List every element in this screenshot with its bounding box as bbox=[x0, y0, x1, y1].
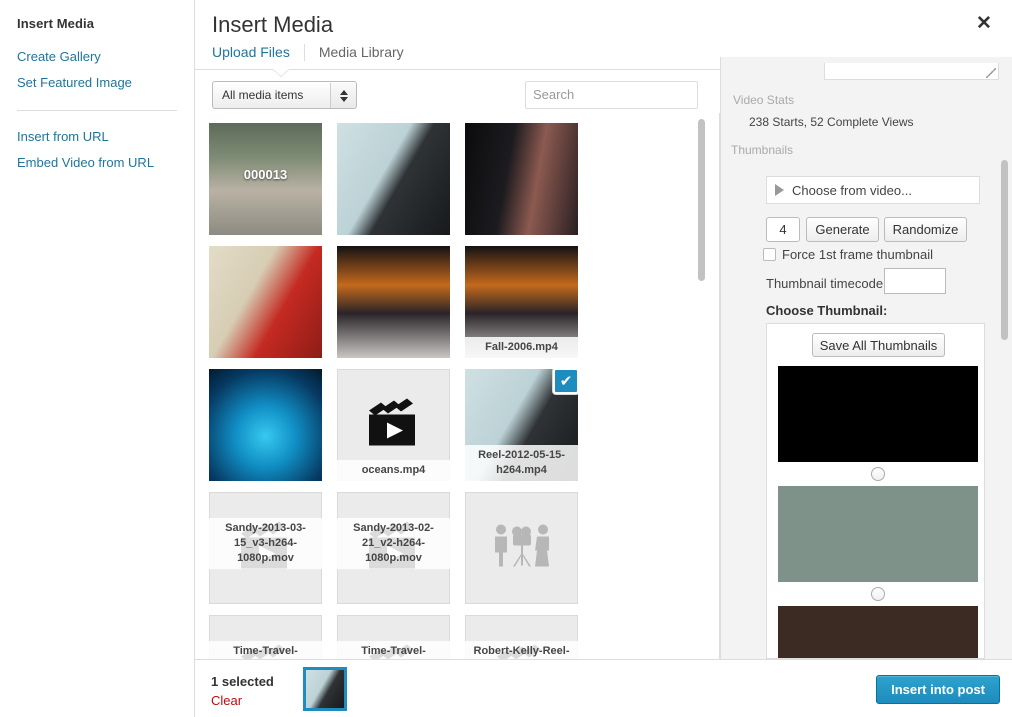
sidebar-divider bbox=[17, 110, 177, 111]
media-grid: 000013 Fall-2006.mp4 oceans.mp4 Reel-2012-… bbox=[209, 123, 693, 659]
tab-divider bbox=[304, 44, 305, 61]
video-stats-label: Video Stats bbox=[733, 93, 794, 107]
media-grid-item[interactable]: Sandy-2013-02-21_v2-h264-1080p.mov bbox=[337, 492, 450, 604]
media-toolbar: All media items Search bbox=[212, 81, 698, 113]
attachment-details-pane: Video Stats 238 Starts, 52 Complete View… bbox=[720, 57, 1012, 659]
resize-handle-icon[interactable] bbox=[986, 68, 996, 78]
tab-pointer-arrow-inner bbox=[273, 69, 289, 76]
media-grid-item[interactable]: Reel-2012-05-15-h264.mp4 ✔ bbox=[465, 369, 578, 481]
list-item[interactable] bbox=[778, 486, 978, 606]
media-thumbnail bbox=[209, 369, 322, 481]
media-grid-item[interactable]: Fall-2006.mp4 bbox=[465, 246, 578, 358]
media-grid-item[interactable]: Time-Travel-Episode-Two-01-11-10-H.264-L… bbox=[209, 615, 322, 659]
people-video-icon bbox=[491, 523, 553, 574]
media-item-overlay-text: 000013 bbox=[209, 167, 322, 182]
play-icon bbox=[775, 184, 784, 196]
video-stats-value: 238 Starts, 52 Complete Views bbox=[749, 115, 914, 129]
force-first-frame-checkbox[interactable] bbox=[763, 248, 776, 261]
media-grid-pane: 000013 Fall-2006.mp4 oceans.mp4 Reel-2012-… bbox=[195, 113, 720, 659]
media-filter-value: All media items bbox=[222, 88, 303, 102]
selection-count: 1 selected bbox=[211, 674, 274, 689]
media-grid-item[interactable] bbox=[337, 123, 450, 235]
media-grid-item[interactable] bbox=[465, 123, 578, 235]
force-first-frame-label: Force 1st frame thumbnail bbox=[782, 247, 933, 262]
media-grid-item[interactable]: Time-Travel-Episode-One-10-31-08-H.264-L… bbox=[337, 615, 450, 659]
media-router-sidebar: Insert Media Create Gallery Set Featured… bbox=[0, 0, 195, 717]
media-thumbnail bbox=[209, 246, 322, 358]
details-scrollbar-thumb[interactable] bbox=[1001, 160, 1008, 340]
list-item[interactable] bbox=[778, 606, 978, 659]
media-thumbnail bbox=[337, 246, 450, 358]
media-item-filename: oceans.mp4 bbox=[337, 460, 450, 481]
media-item-filename: Sandy-2013-02-21_v2-h264-1080p.mov bbox=[337, 518, 450, 569]
media-item-filename: Sandy-2013-03-15_v3-h264-1080p.mov bbox=[209, 518, 322, 569]
people-video-icon bbox=[491, 523, 553, 571]
choose-thumbnail-label: Choose Thumbnail: bbox=[766, 303, 887, 318]
modal-footer: 1 selected Clear Insert into post bbox=[195, 659, 1012, 717]
modal-tabs: Upload Files Media Library bbox=[212, 42, 418, 62]
thumbnail-option-2-radio[interactable] bbox=[871, 587, 885, 601]
media-filter-select[interactable]: All media items bbox=[212, 81, 357, 109]
thumbnail-timecode-label: Thumbnail timecode: bbox=[766, 276, 887, 291]
media-item-filename: Reel-2012-05-15-h264.mp4 bbox=[465, 445, 578, 481]
sidebar-title: Insert Media bbox=[17, 16, 194, 31]
insert-into-post-button[interactable]: Insert into post bbox=[876, 675, 1000, 704]
force-first-frame-row[interactable]: Force 1st frame thumbnail bbox=[763, 247, 933, 262]
page-title: Insert Media bbox=[212, 11, 1012, 39]
media-grid-scrollbar-thumb[interactable] bbox=[698, 119, 705, 281]
sidebar-item-embed-video-from-url[interactable]: Embed Video from URL bbox=[17, 150, 194, 176]
sidebar-item-insert-from-url[interactable]: Insert from URL bbox=[17, 124, 194, 150]
media-grid-item[interactable]: oceans.mp4 bbox=[337, 369, 450, 481]
media-grid-item[interactable]: Sandy-2013-03-15_v3-h264-1080p.mov bbox=[209, 492, 322, 604]
media-thumbnail bbox=[465, 123, 578, 235]
thumbnail-option-1-image[interactable] bbox=[778, 366, 978, 462]
video-clapper-icon bbox=[365, 399, 423, 452]
sidebar-item-set-featured-image[interactable]: Set Featured Image bbox=[17, 70, 194, 96]
selected-item-thumbnail[interactable] bbox=[303, 667, 347, 711]
media-grid-scrollbar[interactable] bbox=[698, 119, 705, 659]
clear-selection-link[interactable]: Clear bbox=[211, 693, 242, 708]
thumbnail-timecode-input[interactable] bbox=[884, 268, 946, 294]
thumbnail-option-1-radio[interactable] bbox=[871, 467, 885, 481]
media-grid-item[interactable] bbox=[337, 246, 450, 358]
thumbnails-label: Thumbnails bbox=[731, 143, 793, 157]
tab-upload-files[interactable]: Upload Files bbox=[212, 42, 304, 62]
media-item-filename: Robert-Kelly-Reel-2013-01-17-h264.mov bbox=[465, 641, 578, 659]
media-grid-item[interactable] bbox=[465, 492, 578, 604]
video-clapper-icon bbox=[365, 399, 423, 449]
media-item-filename: Time-Travel-Episode-One-10-31-08-H.264-L… bbox=[337, 641, 450, 659]
thumbnail-options-list: Save All Thumbnails bbox=[766, 323, 985, 659]
thumbnail-count-input[interactable]: 4 bbox=[766, 217, 800, 242]
thumbnail-option-2-image[interactable] bbox=[778, 486, 978, 582]
thumbnail-option-3-image[interactable] bbox=[778, 606, 978, 659]
choose-from-video-button[interactable]: Choose from video... bbox=[766, 176, 980, 204]
description-textarea[interactable] bbox=[824, 63, 999, 80]
save-all-thumbnails-button[interactable]: Save All Thumbnails bbox=[812, 333, 945, 357]
chevron-updown-icon bbox=[330, 83, 357, 109]
search-input[interactable]: Search bbox=[525, 81, 698, 109]
list-item[interactable] bbox=[778, 366, 978, 486]
randomize-button[interactable]: Randomize bbox=[884, 217, 967, 242]
media-item-filename: Fall-2006.mp4 bbox=[465, 337, 578, 358]
close-icon[interactable]: ✕ bbox=[967, 6, 1001, 40]
media-grid-item[interactable] bbox=[209, 246, 322, 358]
sidebar-item-create-gallery[interactable]: Create Gallery bbox=[17, 44, 194, 70]
choose-from-video-label: Choose from video... bbox=[792, 183, 912, 198]
generate-button[interactable]: Generate bbox=[806, 217, 879, 242]
insert-media-modal: Insert Media Create Gallery Set Featured… bbox=[0, 0, 1012, 717]
media-thumbnail bbox=[337, 123, 450, 235]
media-grid-item[interactable] bbox=[209, 369, 322, 481]
check-icon[interactable]: ✔ bbox=[553, 369, 578, 394]
media-item-filename: Time-Travel-Episode-Two-01-11-10-H.264-L… bbox=[209, 641, 322, 659]
media-grid-item[interactable]: 000013 bbox=[209, 123, 322, 235]
media-grid-item[interactable]: Robert-Kelly-Reel-2013-01-17-h264.mov bbox=[465, 615, 578, 659]
tab-media-library[interactable]: Media Library bbox=[319, 42, 418, 62]
